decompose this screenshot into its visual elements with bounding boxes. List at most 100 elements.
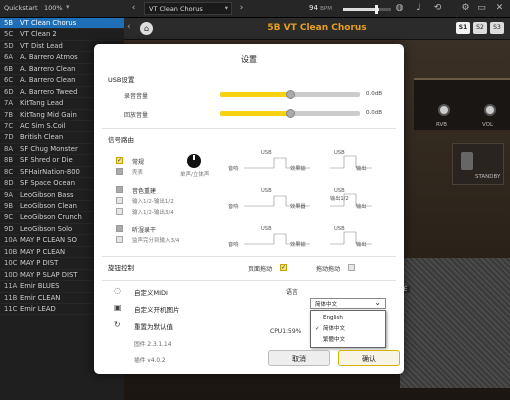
mode-normal-checkbox[interactable]: ✓ [116, 157, 123, 164]
mode-normal-sub: 壳表 [132, 170, 144, 176]
master-volume-slider[interactable] [343, 5, 391, 14]
metronome-icon[interactable]: ♩ [413, 3, 424, 14]
diagram-fx-1: 效果输 [290, 166, 306, 172]
preset-number: 9A [4, 190, 13, 199]
preset-number: 9D [4, 224, 14, 233]
mono-stereo-label: 单声/立体声 [180, 172, 210, 178]
preset-number: 7B [4, 110, 13, 119]
scene-button-s2[interactable]: S2 [473, 22, 487, 34]
diagram-out-3: 输出 [356, 242, 367, 248]
settings-icon[interactable]: ⚙ [460, 3, 471, 14]
diagram-usb-1: USB [261, 150, 272, 156]
diagram-dry-1: 音响 [228, 166, 239, 172]
standby-switch[interactable] [461, 152, 473, 170]
preset-number: 6A [4, 53, 13, 62]
playback-volume-fill [220, 111, 290, 116]
mode-wetdry-sub-checkbox[interactable] [116, 236, 123, 243]
mode-normal-sub-checkbox[interactable] [116, 168, 123, 175]
preset-number: 5D [4, 41, 14, 50]
chevron-down-icon: ▾ [224, 4, 228, 12]
preset-number: 8B [4, 156, 13, 165]
mono-stereo-knob[interactable] [187, 154, 201, 168]
settings-dialog: 设置 USB设置 录音音量 0.0dB 回放音量 0.0dB 信号路由 ✓ 常规… [94, 44, 404, 374]
cabinet-grill [400, 258, 510, 388]
zoom-chevron-down-icon[interactable]: ▾ [66, 3, 70, 11]
check-icon: ✓ [315, 326, 320, 332]
record-volume-slider[interactable] [220, 90, 360, 99]
preset-number: 8D [4, 179, 14, 188]
routing-section-title: 信号路由 [108, 136, 134, 144]
mode-reamp-sub2-checkbox[interactable] [116, 208, 123, 215]
preset-list-item[interactable]: 5C VT Clean 2 [0, 29, 124, 41]
playback-volume-slider[interactable] [220, 109, 360, 118]
close-icon[interactable]: ✕ [494, 3, 505, 14]
preset-number: 6D [4, 87, 14, 96]
language-option-traditional[interactable]: 繁體中文 [311, 335, 387, 346]
reverb-label: RVB [436, 122, 448, 128]
language-dropdown[interactable]: 简体中文 ⌄ [310, 298, 386, 309]
touch-drag-checkbox[interactable] [348, 264, 355, 271]
record-volume-handle[interactable] [286, 90, 295, 99]
reset-defaults-button[interactable]: 重置为默认值 [134, 321, 173, 331]
preset-dropdown[interactable]: VT Clean Chorus ▾ [144, 2, 232, 15]
scene-button-s3[interactable]: S3 [490, 22, 504, 34]
bpm-display[interactable]: 94 BPM [309, 4, 332, 12]
mode-wetdry-checkbox[interactable] [116, 225, 123, 232]
preset-number: 11B [4, 293, 18, 302]
custom-midi-button[interactable]: 自定义MIDI [134, 287, 168, 297]
preset-list-item[interactable]: 5B VT Clean Chorus [0, 18, 124, 30]
software-version: 插件 v4.0.2 [134, 358, 166, 364]
looper-icon[interactable]: ⟲ [432, 3, 443, 14]
preset-number: 7A [4, 99, 13, 108]
master-volume-handle[interactable] [375, 5, 378, 14]
routing-diagram [244, 155, 372, 245]
reverb-knob[interactable] [438, 104, 450, 116]
bpm-value: 94 [309, 4, 318, 12]
cancel-button[interactable]: 取消 [268, 350, 330, 366]
preset-number: 8C [4, 167, 14, 176]
volume-knob[interactable] [484, 104, 496, 116]
preset-number: 5B [4, 19, 13, 27]
scene-button-s1[interactable]: S1 [456, 22, 470, 34]
chevron-down-icon: ⌄ [374, 298, 381, 307]
language-option-simplified[interactable]: ✓ 简体中文 [311, 324, 387, 335]
preset-number: 7C [4, 121, 14, 130]
confirm-button[interactable]: 确认 [338, 350, 400, 366]
divider [102, 128, 396, 129]
preset-number: 9C [4, 213, 14, 222]
mode-normal-title: 常规 [132, 159, 145, 166]
playback-volume-db: 0.0dB [366, 110, 383, 116]
prev-preset-icon[interactable]: ‹ [128, 3, 139, 14]
preset-name: VT Clean Chorus [20, 19, 77, 27]
language-option-english[interactable]: English [311, 313, 387, 324]
mode-reamp-sub1: 输入1/2-输出1/2 [132, 199, 174, 205]
standby-label: STANDBY [475, 174, 501, 180]
mode-reamp-sub1-checkbox[interactable] [116, 197, 123, 204]
next-preset-icon[interactable]: › [236, 3, 247, 14]
preset-number: 11A [4, 282, 18, 291]
page-turn-checkbox[interactable]: ✓ [280, 264, 287, 271]
divider [102, 256, 396, 257]
dialog-title: 设置 [241, 55, 257, 64]
image-icon: ▣ [114, 303, 122, 312]
custom-boot-image-button[interactable]: 自定义开机图片 [134, 304, 180, 314]
record-volume-fill [220, 92, 290, 97]
usb-section-title: USB设置 [108, 76, 135, 84]
tuner-icon[interactable]: ◍ [394, 3, 405, 14]
playback-volume-handle[interactable] [286, 109, 295, 118]
mode-reamp-checkbox[interactable] [116, 186, 123, 193]
language-option-label: 繁體中文 [323, 337, 346, 343]
record-volume-label: 录音音量 [124, 93, 149, 100]
window-icon[interactable]: ▭ [476, 3, 487, 14]
preset-number: 6B [4, 64, 13, 73]
knob-section-title: 旋钮控制 [108, 264, 134, 272]
diagram-usb-5: USB [261, 226, 272, 232]
zoom-level[interactable]: 100% [44, 4, 63, 12]
preset-number: 7D [4, 133, 14, 142]
diagram-out-2: 输出 [356, 204, 367, 210]
touch-drag-label: 拖动拖动 [316, 266, 341, 273]
divider [102, 280, 396, 281]
quickstart-label[interactable]: Quickstart [4, 4, 38, 12]
mode-wetdry-title: 听湿录干 [132, 227, 157, 234]
amp-control-panel: RVB VOL [414, 78, 510, 130]
